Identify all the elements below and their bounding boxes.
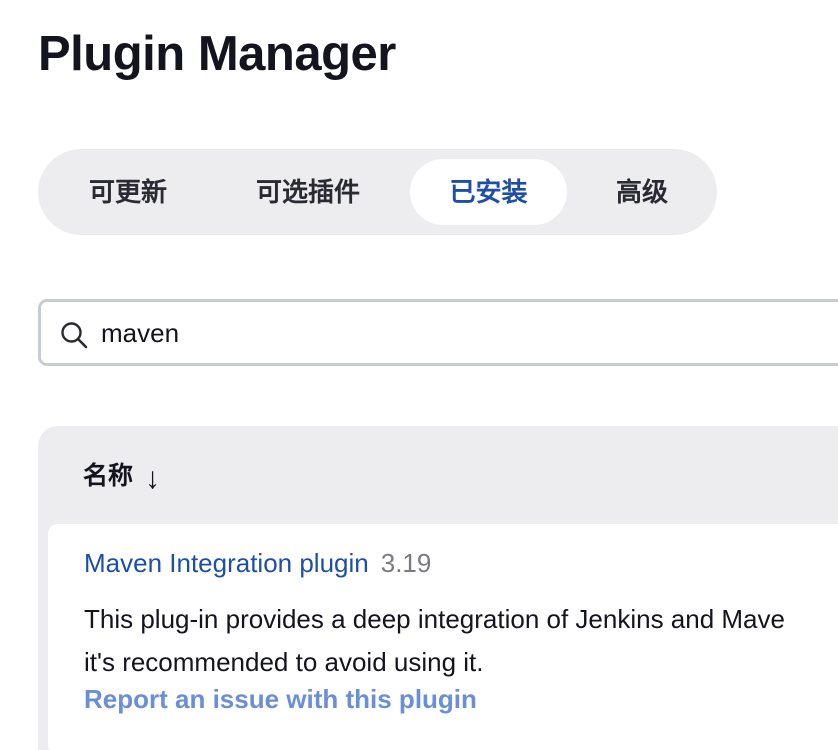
table-row: Maven Integration plugin 3.19 This plug-i… <box>48 524 838 750</box>
sort-down-icon: ↓ <box>145 462 161 495</box>
tab-bar: 可更新 可选插件 已安装 高级 <box>38 149 717 235</box>
column-header-name[interactable]: 名称 ↓ <box>83 456 160 496</box>
page-title: Plugin Manager <box>38 27 396 81</box>
plugin-description-line: it's recommended to avoid using it. <box>84 647 484 677</box>
plugin-name-link[interactable]: Maven Integration plugin <box>84 548 369 578</box>
plugin-title: Maven Integration plugin 3.19 <box>84 548 431 579</box>
plugin-description-line: This plug-in provides a deep integration… <box>84 604 785 634</box>
plugin-manager-page: Plugin Manager 可更新 可选插件 已安装 高级 名称 ↓ Maven… <box>0 0 838 750</box>
report-issue-link[interactable]: Report an issue with this plugin <box>84 684 477 715</box>
installed-plugins-table: 名称 ↓ Maven Integration plugin 3.19 This pl… <box>38 426 838 750</box>
tab-updates[interactable]: 可更新 <box>48 159 208 225</box>
plugin-version: 3.19 <box>380 548 432 578</box>
tab-installed[interactable]: 已安装 <box>410 159 567 225</box>
column-header-label: 名称 <box>83 462 134 490</box>
plugin-description: This plug-in provides a deep integration… <box>84 598 838 684</box>
search-box[interactable] <box>38 299 838 366</box>
search-input[interactable] <box>101 312 801 354</box>
search-icon <box>61 322 88 349</box>
tab-advanced[interactable]: 高级 <box>568 159 716 225</box>
tab-available-plugins[interactable]: 可选插件 <box>213 159 403 225</box>
